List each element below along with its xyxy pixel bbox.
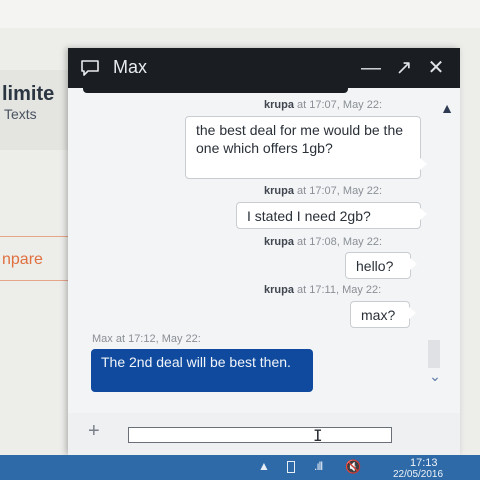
message-bubble: I stated I need 2gb? — [236, 202, 427, 229]
message-timestamp: at 17:11, May 22: — [297, 284, 382, 296]
message-meta: Max at 17:12, May 22: — [92, 333, 201, 345]
chat-bubble-icon — [81, 60, 99, 76]
clock-date[interactable]: 22/05/2016 — [393, 469, 443, 480]
message-sender: krupa — [264, 99, 294, 111]
minimize-button[interactable]: — — [358, 54, 384, 82]
add-attachment-button[interactable]: + — [88, 420, 100, 443]
message-sender: krupa — [264, 236, 294, 248]
battery-icon[interactable] — [287, 461, 295, 473]
chat-title: Max — [113, 57, 148, 77]
message-timestamp: at 17:08, May 22: — [297, 236, 383, 248]
taskbar: ▲ .ıll 🔇 17:13 22/05/2016 — [0, 455, 480, 480]
message-timestamp: at 17:07, May 22: — [297, 185, 383, 197]
message-bubble: the best deal for me would be the one wh… — [185, 116, 427, 179]
message-timestamp: at 17:07, May 22: — [297, 99, 383, 111]
background-top-bar — [0, 0, 480, 28]
show-hidden-icons-icon[interactable]: ▲ — [258, 459, 270, 473]
signal-icon[interactable]: .ıll — [314, 459, 323, 473]
message-meta: krupa at 17:11, May 22: — [264, 284, 381, 296]
message-meta: krupa at 17:08, May 22: — [264, 236, 382, 248]
message-sender: krupa — [264, 284, 294, 296]
message-sender: Max — [92, 333, 113, 345]
agent-message-bubble: The 2nd deal will be best then. — [91, 349, 313, 392]
volume-icon[interactable]: 🔇 — [345, 459, 361, 475]
scrollbar-thumb[interactable] — [428, 340, 440, 368]
composer-bar: + I — [68, 413, 460, 455]
message-meta: krupa at 17:07, May 22: — [264, 99, 382, 111]
background-plan-title: limite — [2, 83, 55, 105]
scroll-up-icon[interactable]: ▲ — [438, 100, 456, 118]
clock-time[interactable]: 17:13 — [410, 457, 438, 469]
message-timestamp: at 17:12, May 22: — [115, 333, 201, 345]
message-input[interactable] — [128, 427, 392, 443]
message-meta: krupa at 17:07, May 22: — [264, 185, 382, 197]
background-plan-subtitle: Texts — [4, 106, 37, 122]
text-cursor-icon: I — [313, 426, 323, 445]
chat-window: Max — ↗ ✕ ▲ ⌄ krupa at 17:07, May 22: th… — [68, 48, 460, 455]
message-sender: krupa — [264, 185, 294, 197]
message-bubble: hello? — [345, 252, 417, 279]
compare-link[interactable]: npare — [2, 251, 43, 269]
divider — [0, 236, 75, 237]
expand-button[interactable]: ↗ — [391, 54, 417, 82]
divider — [0, 280, 75, 281]
close-button[interactable]: ✕ — [423, 54, 449, 82]
message-bubble: max? — [350, 301, 416, 328]
chat-header: Max — ↗ ✕ — [68, 48, 460, 88]
scroll-down-icon[interactable]: ⌄ — [426, 368, 444, 386]
header-strip — [83, 88, 348, 93]
